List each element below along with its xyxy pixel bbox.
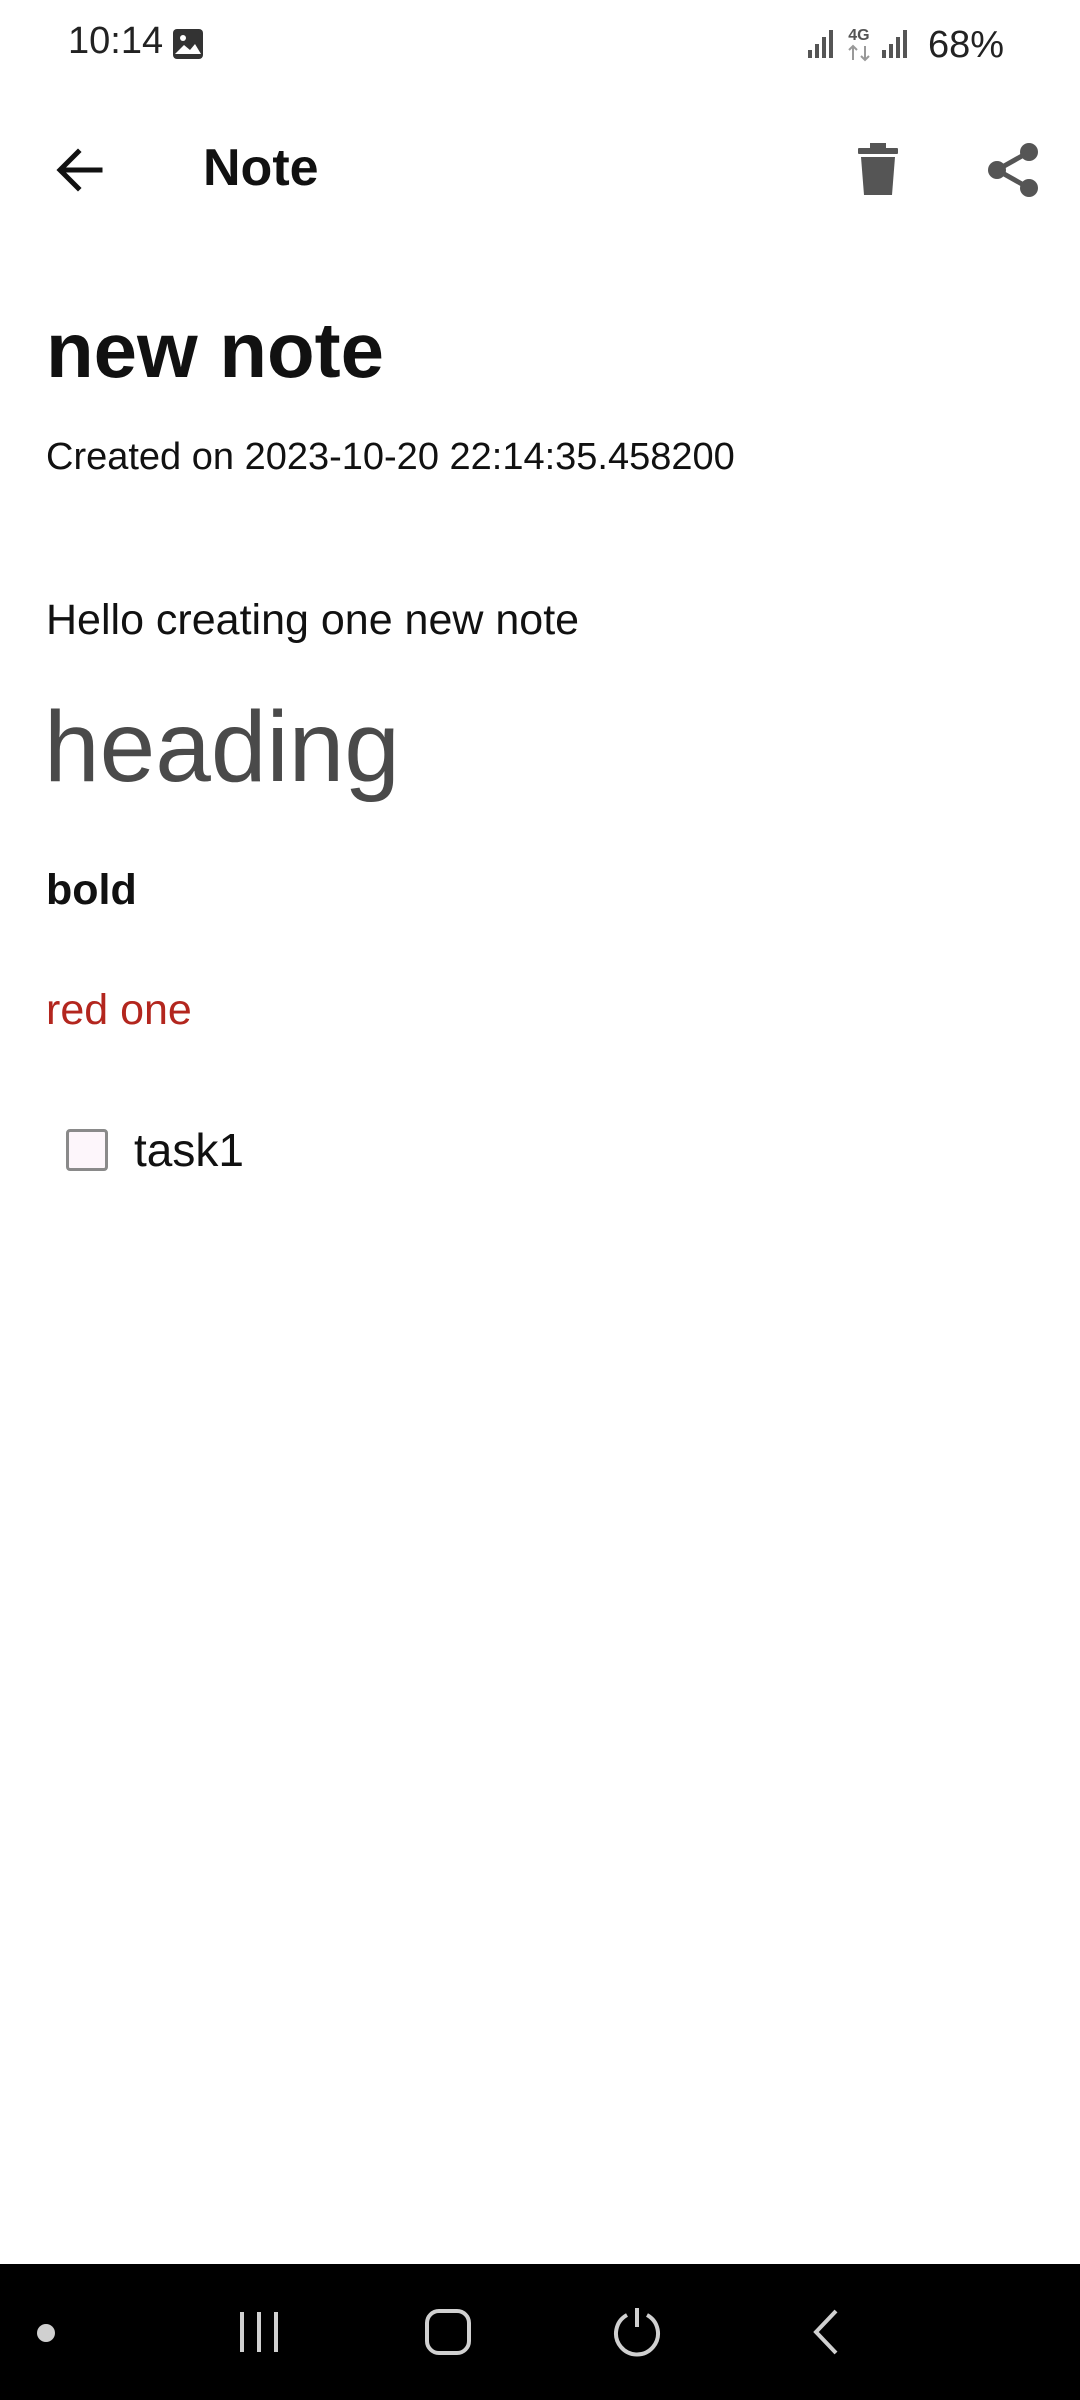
- dot-icon: [37, 2324, 55, 2342]
- arrow-left-icon: [56, 148, 103, 192]
- power-icon: [614, 2308, 660, 2357]
- delete-button[interactable]: [838, 130, 918, 210]
- home-icon: [425, 2309, 471, 2355]
- power-button[interactable]: [597, 2292, 677, 2372]
- task-item[interactable]: task1: [66, 1120, 244, 1180]
- network-type: 4G: [848, 27, 870, 44]
- system-nav-bar: [0, 2264, 1080, 2400]
- app-bar: Note: [0, 110, 1080, 230]
- share-icon: [988, 143, 1038, 197]
- image-icon: [172, 28, 204, 60]
- note-paragraph: Hello creating one new note: [46, 596, 580, 644]
- status-bar: 10:14 4G 68%: [0, 0, 1080, 90]
- nav-back-button[interactable]: [786, 2292, 866, 2372]
- page-title: Note: [203, 139, 319, 197]
- note-created-date: Created on 2023-10-20 22:14:35.458200: [46, 436, 735, 478]
- note-bold-text: bold: [46, 866, 137, 914]
- recent-apps-button[interactable]: [219, 2292, 299, 2372]
- signal-icon: [881, 28, 910, 63]
- note-title: new note: [46, 306, 385, 394]
- home-button[interactable]: [408, 2292, 488, 2372]
- back-icon: [813, 2309, 838, 2355]
- note-red-text: red one: [46, 986, 192, 1034]
- task-checkbox[interactable]: [66, 1129, 108, 1171]
- back-button[interactable]: [40, 130, 120, 210]
- data-arrows-icon: 4G: [846, 28, 872, 62]
- task-label: task1: [134, 1124, 244, 1176]
- note-heading: heading: [44, 691, 400, 803]
- status-time: 10:14: [68, 20, 164, 62]
- signal-icon: [807, 28, 836, 63]
- trash-icon: [858, 143, 898, 195]
- recent-apps-icon: [240, 2312, 278, 2352]
- status-indicators: 4G 68%: [807, 20, 1004, 70]
- battery-level: 68%: [927, 23, 1004, 66]
- share-button[interactable]: [973, 130, 1053, 210]
